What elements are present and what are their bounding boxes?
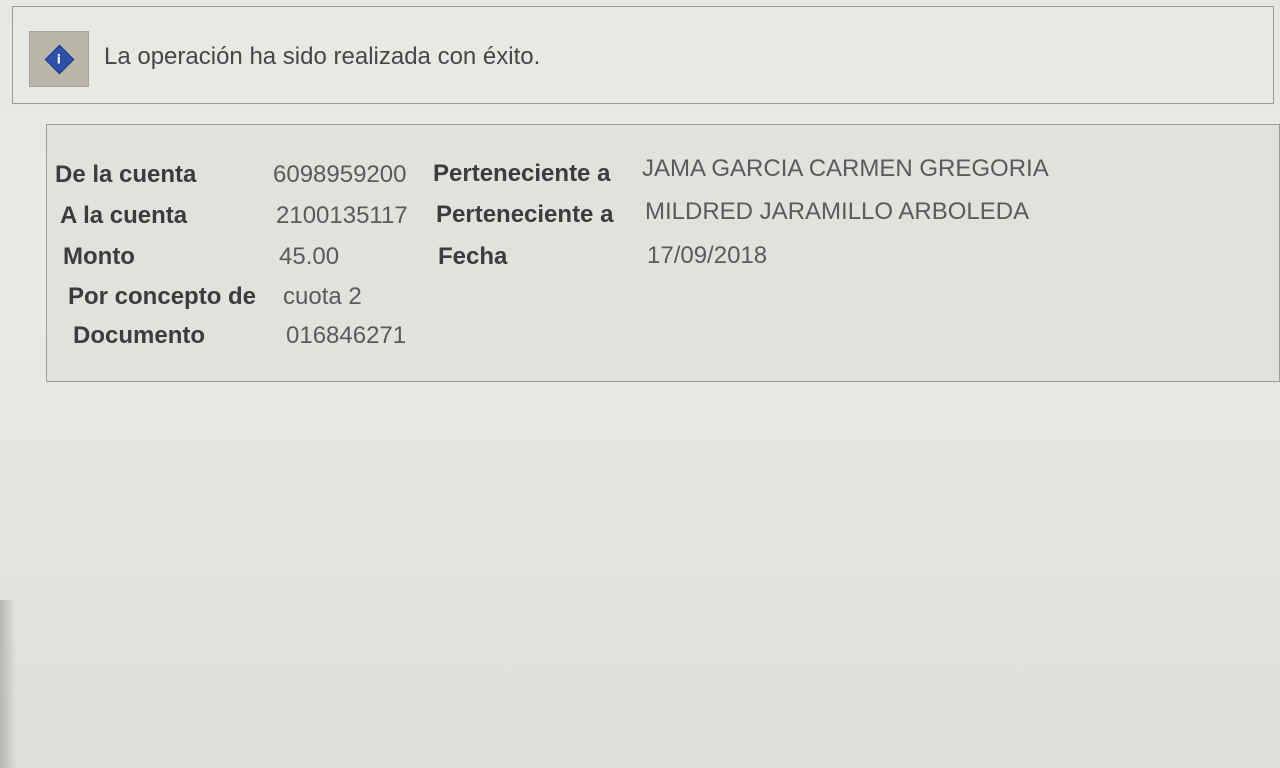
from-owner-name: JAMA GARCIA CARMEN GREGORIA (642, 155, 1049, 182)
date-label: Fecha (438, 243, 508, 270)
document-value: 016846271 (286, 322, 407, 349)
info-diamond-icon: i (44, 44, 74, 74)
info-icon: i (29, 31, 89, 87)
from-account-number: 6098959200 (273, 161, 407, 188)
amount-label: Monto (63, 243, 135, 270)
to-account-number: 2100135117 (276, 202, 408, 229)
success-message-panel: i La operación ha sido realizada con éxi… (12, 6, 1274, 104)
to-owner-name: MILDRED JARAMILLO ARBOLEDA (645, 198, 1030, 225)
date-value: 17/09/2018 (647, 242, 768, 269)
from-owner-label: Perteneciente a (433, 160, 611, 187)
transaction-details-panel: De la cuenta 6098959200 Perteneciente a … (46, 124, 1280, 382)
from-account-label: De la cuenta (55, 161, 197, 188)
info-mark-icon: i (56, 52, 62, 66)
success-message-text: La operación ha sido realizada con éxito… (104, 43, 541, 70)
to-account-label: A la cuenta (60, 202, 188, 229)
document-label: Documento (73, 322, 205, 349)
to-owner-label: Perteneciente a (436, 201, 614, 228)
amount-value: 45.00 (279, 243, 340, 270)
concept-value: cuota 2 (283, 283, 362, 310)
screen-edge-shadow (0, 600, 16, 768)
concept-label: Por concepto de (68, 283, 257, 310)
